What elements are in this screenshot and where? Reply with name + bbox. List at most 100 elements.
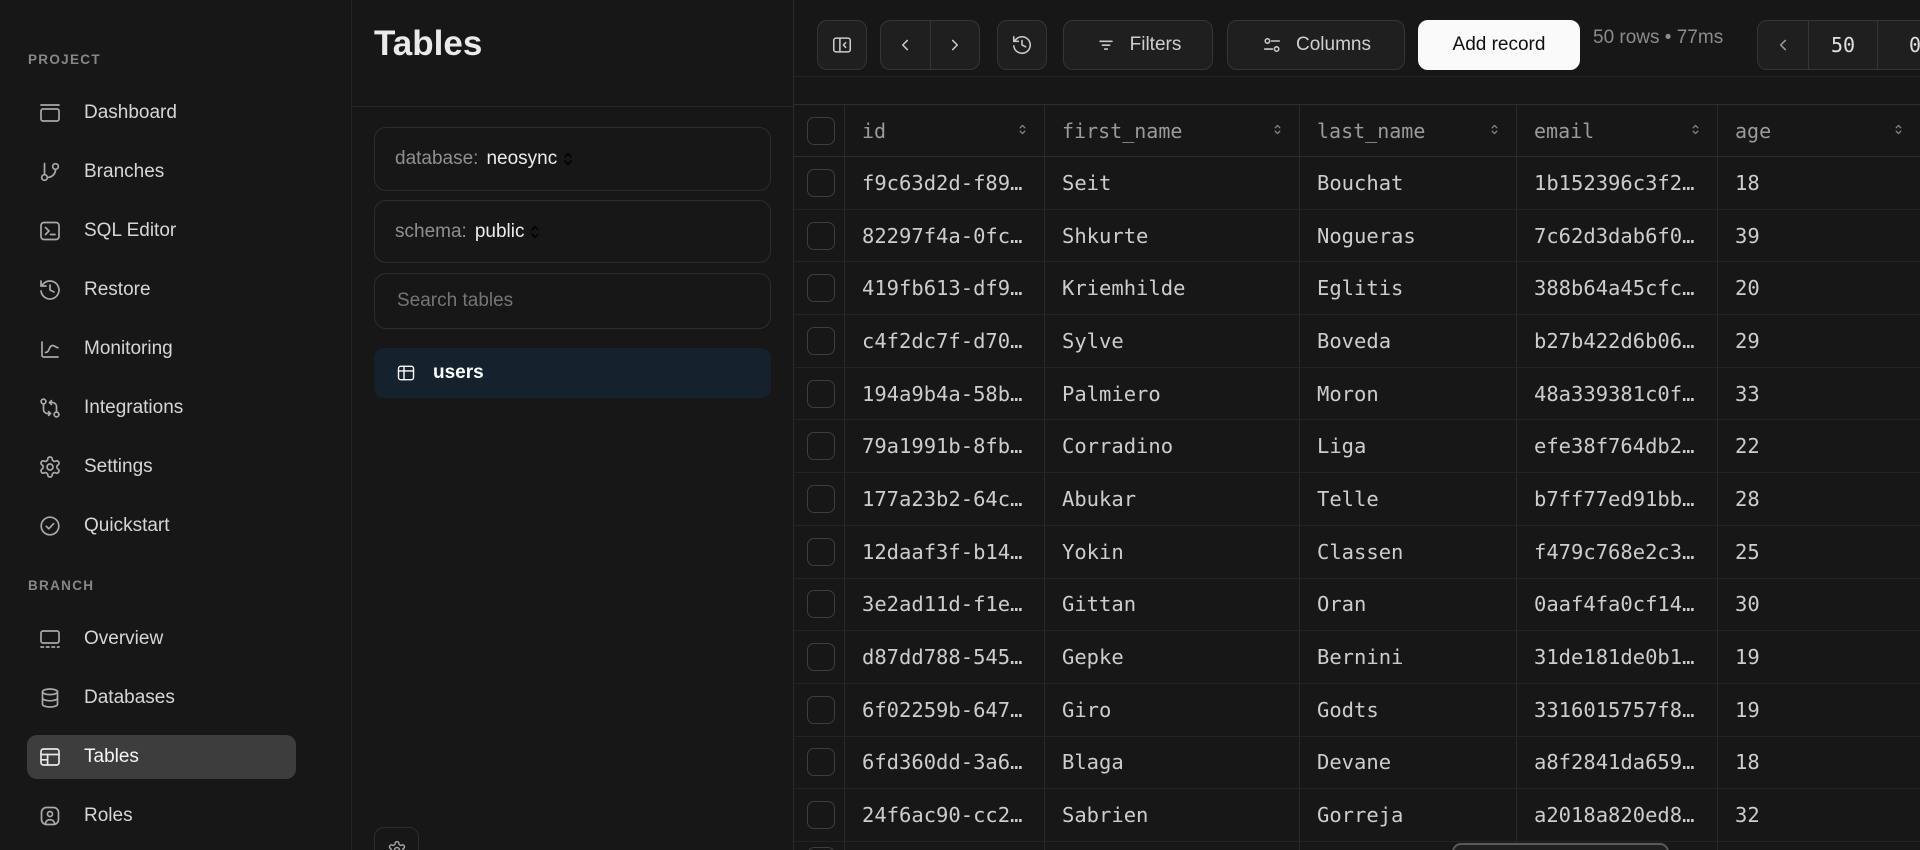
table-cell-age[interactable]: 22 xyxy=(1718,420,1920,472)
table-cell-first-name[interactable]: Shkurte xyxy=(1045,210,1300,262)
row-checkbox[interactable] xyxy=(807,801,835,829)
row-checkbox[interactable] xyxy=(807,538,835,566)
schema-select[interactable]: schema: public xyxy=(374,200,771,263)
sort-icon[interactable] xyxy=(1269,119,1286,143)
table-cell-id[interactable]: f9c63d2d-f89… xyxy=(845,157,1045,209)
table-cell-first-name[interactable]: Giro xyxy=(1045,684,1300,736)
next-button[interactable] xyxy=(930,21,980,69)
sort-icon[interactable] xyxy=(1014,119,1031,143)
table-cell-first-name[interactable]: Yokin xyxy=(1045,526,1300,578)
sidebar-item-sql-editor[interactable]: SQL Editor xyxy=(27,209,296,253)
sidebar-item-restore[interactable]: Restore xyxy=(27,268,296,312)
table-cell-email[interactable]: b7ff77ed91bb… xyxy=(1517,473,1718,525)
table-list-item-users[interactable]: users xyxy=(374,348,771,398)
collapse-panel-button[interactable] xyxy=(817,20,867,70)
table-cell-age[interactable]: 20 xyxy=(1718,262,1920,314)
panel-settings-button[interactable] xyxy=(374,827,419,850)
page-size-value[interactable]: 50 xyxy=(1808,21,1877,69)
sidebar-item-dashboard[interactable]: Dashboard xyxy=(27,91,296,135)
page-offset-value[interactable]: 0 xyxy=(1877,21,1920,69)
table-cell-first-name[interactable]: Kriemhilde xyxy=(1045,262,1300,314)
table-cell-id[interactable]: d87dd788-545… xyxy=(845,631,1045,683)
table-cell-age[interactable]: 39 xyxy=(1718,210,1920,262)
sidebar-item-tables[interactable]: Tables xyxy=(27,735,296,779)
row-checkbox[interactable] xyxy=(807,327,835,355)
table-cell-id[interactable]: 419fb613-df9… xyxy=(845,262,1045,314)
history-button[interactable] xyxy=(997,20,1047,70)
table-cell-age[interactable]: 33 xyxy=(1718,368,1920,420)
table-cell-email[interactable]: 48a339381c0f… xyxy=(1517,368,1718,420)
table-cell-id[interactable]: 3e2ad11d-f1e… xyxy=(845,579,1045,631)
table-cell-last-name[interactable]: Gorreja xyxy=(1300,789,1517,841)
row-checkbox[interactable] xyxy=(807,432,835,460)
row-checkbox[interactable] xyxy=(807,696,835,724)
sidebar-item-integrations[interactable]: Integrations xyxy=(27,386,296,430)
table-cell-last-name[interactable]: Boveda xyxy=(1300,315,1517,367)
table-cell-age[interactable]: 18 xyxy=(1718,737,1920,789)
table-cell-email[interactable]: efe38f764db2… xyxy=(1517,420,1718,472)
table-cell-email[interactable]: 1b152396c3f2… xyxy=(1517,157,1718,209)
columns-button[interactable]: Columns xyxy=(1227,20,1405,70)
table-cell-email[interactable]: 0aaf4fa0cf14… xyxy=(1517,579,1718,631)
column-header-last-name[interactable]: last_name xyxy=(1300,105,1517,156)
table-cell-first-name[interactable]: Palmiero xyxy=(1045,368,1300,420)
row-checkbox[interactable] xyxy=(807,748,835,776)
sidebar-item-monitoring[interactable]: Monitoring xyxy=(27,327,296,371)
sidebar-item-quickstart[interactable]: Quickstart xyxy=(27,504,296,548)
table-cell-id[interactable]: 177a23b2-64c… xyxy=(845,473,1045,525)
table-cell-id[interactable]: 6f02259b-647… xyxy=(845,684,1045,736)
table-cell-age[interactable]: 29 xyxy=(1718,315,1920,367)
column-header-email[interactable]: email xyxy=(1517,105,1718,156)
table-cell-first-name[interactable]: Gepke xyxy=(1045,631,1300,683)
prev-button[interactable] xyxy=(881,21,930,69)
row-checkbox[interactable] xyxy=(807,380,835,408)
table-cell-age[interactable]: 19 xyxy=(1718,684,1920,736)
column-header-age[interactable]: age xyxy=(1718,105,1920,156)
table-cell-first-name[interactable]: Seit xyxy=(1045,157,1300,209)
select-all-checkbox[interactable] xyxy=(807,117,835,145)
sort-icon[interactable] xyxy=(1486,119,1503,143)
table-cell-id[interactable]: 6fd360dd-3a6… xyxy=(845,737,1045,789)
table-cell-first-name[interactable]: Sylve xyxy=(1045,315,1300,367)
table-cell-age[interactable]: 30 xyxy=(1718,579,1920,631)
row-checkbox[interactable] xyxy=(807,485,835,513)
table-cell-age[interactable]: 25 xyxy=(1718,526,1920,578)
filters-button[interactable]: Filters xyxy=(1063,20,1213,70)
table-cell-last-name[interactable]: Bouchat xyxy=(1300,157,1517,209)
table-cell-last-name[interactable]: Moron xyxy=(1300,368,1517,420)
sidebar-item-branches[interactable]: Branches xyxy=(27,150,296,194)
table-cell-email[interactable]: 31de181de0b1… xyxy=(1517,631,1718,683)
table-cell-last-name[interactable]: Devane xyxy=(1300,737,1517,789)
sort-icon[interactable] xyxy=(1890,119,1907,143)
table-cell-id[interactable]: 24f6ac90-cc2… xyxy=(845,789,1045,841)
table-cell-id[interactable]: 82297f4a-0fc… xyxy=(845,210,1045,262)
page-prev-button[interactable] xyxy=(1758,21,1808,69)
add-record-button[interactable]: Add record xyxy=(1418,20,1580,70)
table-cell-email[interactable]: 3316015757f8… xyxy=(1517,684,1718,736)
table-cell-id[interactable]: 194a9b4a-58b… xyxy=(845,368,1045,420)
table-cell-email[interactable]: 388b64a45cfc… xyxy=(1517,262,1718,314)
table-cell-last-name[interactable]: Bernini xyxy=(1300,631,1517,683)
table-cell-age[interactable]: 19 xyxy=(1718,631,1920,683)
table-cell-id[interactable]: 79a1991b-8fb… xyxy=(845,420,1045,472)
column-header-id[interactable]: id xyxy=(845,105,1045,156)
table-cell-first-name[interactable]: Blaga xyxy=(1045,737,1300,789)
table-cell-id[interactable]: c4f2dc7f-d70… xyxy=(845,315,1045,367)
table-cell-last-name[interactable]: Oran xyxy=(1300,579,1517,631)
sidebar-item-settings[interactable]: Settings xyxy=(27,445,296,489)
table-cell-last-name[interactable]: Classen xyxy=(1300,526,1517,578)
table-cell-age[interactable]: 28 xyxy=(1718,473,1920,525)
sidebar-item-databases[interactable]: Databases xyxy=(27,676,296,720)
table-cell-last-name[interactable]: Eglitis xyxy=(1300,262,1517,314)
table-cell-first-name[interactable]: Sabrien xyxy=(1045,789,1300,841)
row-checkbox[interactable] xyxy=(807,222,835,250)
sort-icon[interactable] xyxy=(1687,119,1704,143)
table-cell-first-name[interactable]: Corradino xyxy=(1045,420,1300,472)
table-cell-age[interactable]: 18 xyxy=(1718,157,1920,209)
table-cell-last-name[interactable]: Liga xyxy=(1300,420,1517,472)
table-cell-first-name[interactable]: Gittan xyxy=(1045,579,1300,631)
table-search-input[interactable] xyxy=(395,289,750,313)
table-cell-age[interactable]: 32 xyxy=(1718,789,1920,841)
database-select[interactable]: database: neosync xyxy=(374,127,771,191)
row-checkbox[interactable] xyxy=(807,643,835,671)
